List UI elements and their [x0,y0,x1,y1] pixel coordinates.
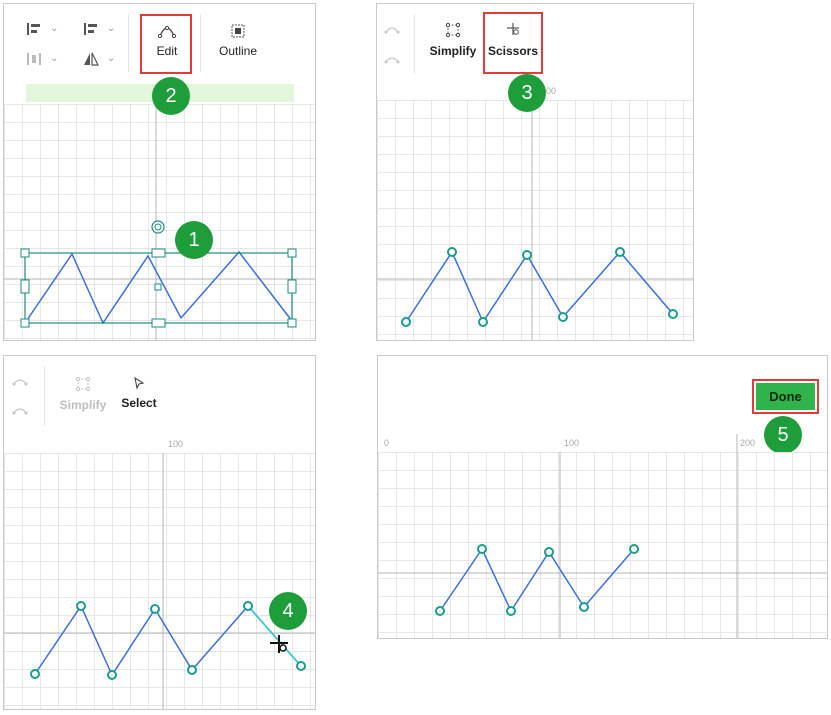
canvas-drawing [378,434,827,638]
step-badge-3: 3 [508,74,546,112]
scissors-button-highlight [483,12,543,74]
panel-scissors-mode: Simplify Select 100 4 [3,355,316,710]
panel-result: Done 5 0 100 200 [377,355,828,639]
step-badge-2: 2 [152,77,190,115]
edit-button-highlight [140,14,192,74]
step-badge-4: 4 [269,592,307,630]
panel-select-shape: ⌄ ⌄ ⌄ ⌄ Edit Outline 2 1 [3,3,316,341]
canvas-drawing [4,453,315,709]
panel-edit-mode: Simplify Scissors 100 3 [376,3,694,341]
scissors-cursor-icon [270,635,288,653]
step-badge-1: 1 [175,221,213,259]
